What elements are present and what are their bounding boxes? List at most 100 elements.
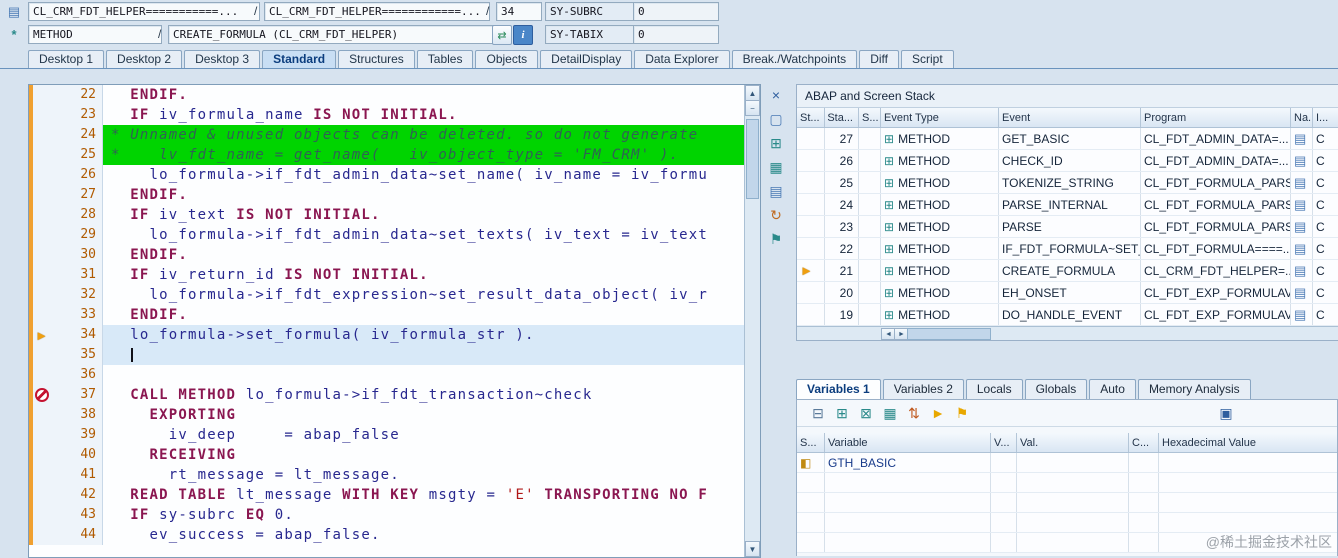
tab-locals[interactable]: Locals (965, 379, 1023, 399)
main-program-field[interactable]: CL_CRM_FDT_HELPER===========... (28, 2, 260, 21)
line-number[interactable]: 26 (50, 165, 103, 185)
table-swap-icon[interactable]: ⊞ (767, 134, 785, 152)
code-line-31[interactable]: 31 IF iv_return_id IS NOT INITIAL. (29, 265, 745, 285)
stack-row-22[interactable]: 22 ⊞ METHOD IF_FDT_FORMULA~SET_... CL_FDT_FO… (797, 238, 1338, 260)
line-number[interactable]: 39 (50, 425, 103, 445)
line-marker[interactable] (29, 465, 50, 485)
sort-icon[interactable]: ⇅ (905, 404, 923, 422)
code-line-23[interactable]: 23 IF iv_formula_name IS NOT INITIAL. (29, 105, 745, 125)
tab-desktop-3[interactable]: Desktop 3 (184, 50, 261, 69)
line-number[interactable]: 23 (50, 105, 103, 125)
line-marker[interactable] (29, 425, 50, 445)
code-line-30[interactable]: 30 ENDIF. (29, 245, 745, 265)
filter-icon[interactable]: ⚑ (767, 230, 785, 248)
save-icon[interactable]: ▣ (1217, 404, 1235, 422)
line-marker[interactable] (29, 165, 50, 185)
tab-diff[interactable]: Diff (859, 50, 899, 69)
scrollbar-thumb[interactable] (907, 328, 991, 340)
display-change-button[interactable]: ⇄ (492, 25, 512, 45)
code-line-32[interactable]: 32 lo_formula->if_fdt_expression~set_res… (29, 285, 745, 305)
line-marker[interactable] (29, 145, 50, 165)
code-line-27[interactable]: 27 ENDIF. (29, 185, 745, 205)
code-line-37[interactable]: 37 CALL METHOD lo_formula->if_fdt_transa… (29, 385, 745, 405)
variable-row-3[interactable] (797, 513, 1337, 533)
table-icon[interactable]: ▦ (881, 404, 899, 422)
line-marker[interactable] (29, 365, 50, 385)
stack-row-26[interactable]: 26 ⊞ METHOD CHECK_ID CL_FDT_ADMIN_DATA=... ▤ C (797, 150, 1338, 172)
line-number[interactable]: 44 (50, 525, 103, 545)
line-marker[interactable] (29, 225, 50, 245)
line-marker[interactable] (29, 265, 50, 285)
line-number[interactable]: 24 (50, 125, 103, 145)
tab-objects[interactable]: Objects (475, 50, 539, 69)
tab-tables[interactable]: Tables (416, 50, 474, 69)
line-number[interactable]: 28 (50, 205, 103, 225)
tab-globals[interactable]: Globals (1024, 379, 1088, 399)
variables-col-c[interactable]: C... (1129, 433, 1159, 452)
filter-icon[interactable]: ⚑ (953, 404, 971, 422)
event-field[interactable]: CREATE_FORMULA (CL_CRM_FDT_HELPER) (168, 25, 496, 44)
variables-col-val[interactable]: Val. (1017, 433, 1129, 452)
stack-row-20[interactable]: 20 ⊞ METHOD EH_ONSET CL_FDT_EXP_FORMULAV... ▤… (797, 282, 1338, 304)
navigate-icon[interactable]: ▤ (1291, 194, 1313, 215)
stack-col-na[interactable]: Na... (1291, 108, 1313, 127)
editor-vertical-scrollbar[interactable]: ▲ − ▼ (744, 85, 760, 557)
code-line-42[interactable]: 42 READ TABLE lt_message WITH KEY msgty … (29, 485, 745, 505)
variable-row-2[interactable] (797, 493, 1337, 513)
scroll-split-button[interactable]: − (745, 100, 760, 116)
navigate-icon[interactable]: ▤ (1291, 260, 1313, 281)
navigate-icon[interactable]: ▤ (1291, 282, 1313, 303)
tab-standard[interactable]: Standard (262, 50, 337, 69)
line-number[interactable]: 34 (50, 325, 103, 345)
line-marker[interactable] (29, 505, 50, 525)
variables-col-v[interactable]: V... (991, 433, 1017, 452)
tab-break-watchpoints[interactable]: Break./Watchpoints (731, 50, 858, 69)
line-marker[interactable] (29, 245, 50, 265)
line-number[interactable]: 27 (50, 185, 103, 205)
line-number[interactable]: 42 (50, 485, 103, 505)
line-marker[interactable] (29, 105, 50, 125)
stack-col-s[interactable]: S... (859, 108, 881, 127)
stack-col-event[interactable]: Event (999, 108, 1141, 127)
tab-data-explorer[interactable]: Data Explorer (634, 50, 730, 69)
tab-script[interactable]: Script (900, 50, 954, 69)
event-type-field[interactable]: METHOD (28, 25, 162, 44)
line-number[interactable]: 43 (50, 505, 103, 525)
code-line-25[interactable]: 25 * lv_fdt_name = get_name( iv_object_ty… (29, 145, 745, 165)
stack-row-19[interactable]: 19 ⊞ METHOD DO_HANDLE_EVENT CL_FDT_EXP_FORMU… (797, 304, 1338, 326)
stack-row-24[interactable]: 24 ⊞ METHOD PARSE_INTERNAL CL_FDT_FORMULA_PA… (797, 194, 1338, 216)
stack-horizontal-scrollbar[interactable]: ◄ ► (797, 326, 1338, 340)
tab-auto[interactable]: Auto (1089, 379, 1136, 399)
navigate-icon[interactable]: ▤ (1291, 128, 1313, 149)
line-number[interactable]: 32 (50, 285, 103, 305)
code-line-36[interactable]: 36 (29, 365, 745, 385)
line-number[interactable]: 38 (50, 405, 103, 425)
tab-structures[interactable]: Structures (338, 50, 415, 69)
scrollbar-thumb[interactable] (746, 119, 759, 199)
new-doc-icon[interactable]: ▢ (767, 110, 785, 128)
stack-row-23[interactable]: 23 ⊞ METHOD PARSE CL_FDT_FORMULA_PARS... ▤ C (797, 216, 1338, 238)
line-marker[interactable] (29, 345, 50, 365)
refresh-icon[interactable]: ↻ (767, 206, 785, 224)
tab-memory-analysis[interactable]: Memory Analysis (1137, 379, 1251, 399)
variables-col-variable[interactable]: Variable (825, 433, 991, 452)
current-statement-arrow-icon[interactable]: ► (29, 325, 50, 345)
line-number[interactable]: 25 (50, 145, 103, 165)
line-number[interactable]: 30 (50, 245, 103, 265)
code-line-29[interactable]: 29 lo_formula->if_fdt_admin_data~set_tex… (29, 225, 745, 245)
code-line-39[interactable]: 39 iv_deep = abap_false (29, 425, 745, 445)
line-number[interactable]: 37 (50, 385, 103, 405)
insert-row-icon[interactable]: ⊞ (833, 404, 851, 422)
variable-row-1[interactable] (797, 473, 1337, 493)
stack-col-sta[interactable]: Sta... (825, 108, 859, 127)
delete-row-icon[interactable]: ⊠ (857, 404, 875, 422)
line-number[interactable]: 36 (50, 365, 103, 385)
code-line-35[interactable]: 35 (29, 345, 745, 365)
navigate-icon[interactable]: ▤ (1291, 150, 1313, 171)
scroll-up-button[interactable]: ▲ (745, 85, 760, 101)
line-number[interactable]: 29 (50, 225, 103, 245)
stack-row-25[interactable]: 25 ⊞ METHOD TOKENIZE_STRING CL_FDT_FORMULA_P… (797, 172, 1338, 194)
line-marker[interactable] (29, 285, 50, 305)
tab-variables-2[interactable]: Variables 2 (882, 379, 964, 399)
line-number[interactable]: 40 (50, 445, 103, 465)
